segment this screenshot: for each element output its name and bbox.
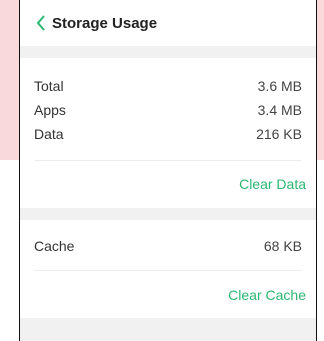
page-title: Storage Usage: [52, 14, 158, 32]
row-separator: [34, 270, 302, 271]
left-margin-top: [0, 0, 19, 160]
apps-label: Apps: [34, 102, 66, 118]
cache-value: 68 KB: [263, 238, 302, 254]
data-row: Data 216 KB: [34, 126, 302, 142]
cache-label: Cache: [34, 238, 75, 254]
data-value: 216 KB: [256, 126, 302, 142]
left-margin-bottom: [0, 160, 19, 341]
apps-value: 3.4 MB: [257, 102, 302, 118]
right-margin-bottom: [317, 160, 324, 341]
cache-row: Cache 68 KB: [34, 238, 302, 254]
clear-data-button[interactable]: Clear Data: [239, 176, 306, 192]
section-divider: [20, 46, 316, 58]
back-button[interactable]: [34, 15, 48, 31]
total-value: 3.6 MB: [257, 78, 302, 94]
total-row: Total 3.6 MB: [34, 78, 302, 94]
data-label: Data: [34, 126, 64, 142]
top-bar: Storage Usage: [20, 0, 316, 46]
chevron-left-icon: [36, 15, 45, 31]
clear-cache-button[interactable]: Clear Cache: [228, 287, 306, 303]
app-panel: Storage Usage Total 3.6 MB Apps 3.4 MB D…: [19, 0, 317, 341]
section-divider: [20, 318, 316, 341]
apps-row: Apps 3.4 MB: [34, 102, 302, 118]
row-separator: [34, 160, 302, 161]
right-margin-top: [317, 0, 324, 160]
section-divider: [20, 208, 316, 220]
total-label: Total: [34, 78, 64, 94]
